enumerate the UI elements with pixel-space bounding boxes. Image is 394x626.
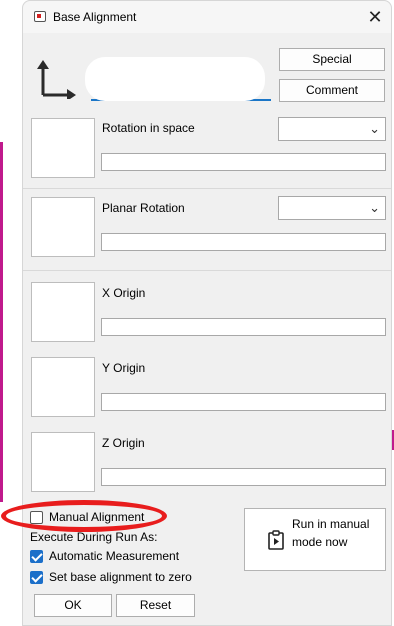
chevron-down-icon: ⌄ (369, 200, 380, 215)
base-alignment-dialog: Base Alignment ✕ Special Comment Rotatio… (22, 0, 392, 626)
manual-alignment-label: Manual Alignment (49, 510, 145, 524)
separator (23, 188, 391, 189)
automatic-measurement-label: Automatic Measurement (49, 549, 180, 563)
x-origin-label: X Origin (102, 286, 146, 300)
redacted-area (85, 57, 265, 101)
comment-button[interactable]: Comment (279, 79, 385, 102)
ok-button[interactable]: OK (34, 594, 112, 617)
chevron-down-icon: ⌄ (369, 121, 380, 136)
special-button[interactable]: Special (279, 48, 385, 71)
run-manual-mode-text: Run in manual mode now (292, 515, 382, 551)
separator (23, 270, 391, 271)
planar-rotation-preview (31, 197, 95, 257)
x-origin-field[interactable] (101, 318, 386, 336)
planar-rotation-field[interactable] (101, 233, 386, 251)
x-origin-preview (31, 282, 95, 342)
z-origin-label: Z Origin (102, 436, 145, 450)
z-origin-preview (31, 432, 95, 492)
title-bar: Base Alignment ✕ (23, 1, 391, 33)
checkbox-box[interactable] (30, 510, 43, 524)
planar-rotation-combo[interactable]: ⌄ (278, 196, 386, 220)
clipboard-play-icon (268, 530, 284, 550)
reset-button[interactable]: Reset (116, 594, 195, 617)
checkbox-checked[interactable] (30, 570, 43, 584)
run-manual-line2: mode now (292, 535, 348, 549)
rotation-in-space-field[interactable] (101, 153, 386, 171)
rotation-in-space-preview (31, 118, 95, 178)
run-manual-line1: Run in manual (292, 517, 370, 531)
execute-during-run-label: Execute During Run As: (30, 530, 158, 544)
window-title: Base Alignment (53, 10, 137, 24)
axis-frame-icon (37, 60, 76, 99)
checkbox-checked[interactable] (30, 549, 43, 563)
run-manual-mode-button[interactable]: Run in manual mode now (244, 508, 386, 571)
automatic-measurement-checkbox[interactable]: Automatic Measurement (30, 549, 179, 563)
manual-alignment-checkbox[interactable]: Manual Alignment (30, 510, 144, 524)
rotation-in-space-label: Rotation in space (102, 121, 195, 135)
window-app-icon (34, 11, 46, 22)
close-button[interactable]: ✕ (361, 3, 389, 31)
planar-rotation-label: Planar Rotation (102, 201, 185, 215)
page-edge-left-top (0, 142, 3, 502)
y-origin-label: Y Origin (102, 361, 146, 375)
y-origin-field[interactable] (101, 393, 386, 411)
set-zero-label: Set base alignment to zero (49, 570, 192, 584)
z-origin-field[interactable] (101, 468, 386, 486)
rotation-in-space-combo[interactable]: ⌄ (278, 117, 386, 141)
y-origin-preview (31, 357, 95, 417)
set-zero-checkbox[interactable]: Set base alignment to zero (30, 570, 192, 584)
